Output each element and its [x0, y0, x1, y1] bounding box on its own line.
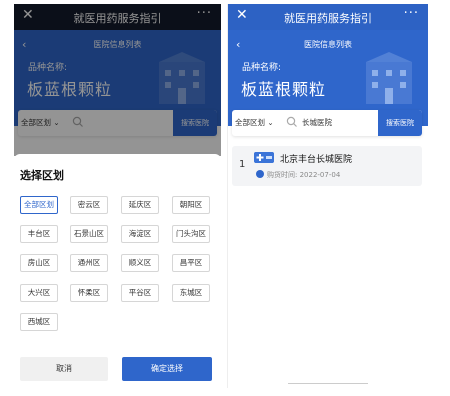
- nav-title: 就医用药服务指引: [284, 12, 372, 25]
- hospital-name: 北京丰台长城医院: [280, 155, 353, 165]
- region-chip[interactable]: 怀柔区: [70, 284, 108, 302]
- purchase-date: 2022-07-04: [299, 171, 341, 179]
- region-chip[interactable]: 平谷区: [121, 284, 159, 302]
- hospital-badge-icon: [254, 152, 274, 163]
- search-input[interactable]: 长城医院: [302, 117, 332, 128]
- clock-icon: [256, 170, 264, 178]
- region-chip[interactable]: 昌平区: [172, 254, 210, 272]
- region-chip[interactable]: 朝阳区: [172, 196, 210, 214]
- home-indicator: [288, 383, 368, 384]
- overlay-mask[interactable]: [14, 4, 221, 156]
- search-hospital-button[interactable]: 搜索医院: [378, 110, 422, 136]
- variety-name: 板蓝根颗粒: [241, 80, 327, 99]
- region-chip[interactable]: 丰台区: [20, 225, 58, 243]
- search-icon: [286, 116, 297, 127]
- region-chip[interactable]: 密云区: [70, 196, 108, 214]
- right-screen: ✕ 就医用药服务指引 ··· ‹ 医院信息列表 品种名称: 板蓝根颗粒 全部区划…: [227, 4, 428, 388]
- search-bar: 全部区划 ⌄ 长城医院 搜索医院: [232, 110, 422, 136]
- item-index: 1: [239, 159, 246, 170]
- region-chip[interactable]: 顺义区: [121, 254, 159, 272]
- region-picker-sheet: 选择区划 全部区划 密云区 延庆区 朝阳区 丰台区 石景山区 海淀区 门头沟区 …: [14, 154, 221, 388]
- region-chip[interactable]: 延庆区: [121, 196, 159, 214]
- region-chip[interactable]: 石景山区: [70, 225, 108, 243]
- region-chip[interactable]: 西城区: [20, 313, 58, 331]
- purchase-label: 购货时间:: [267, 171, 298, 179]
- list-item[interactable]: 1 北京丰台长城医院 购货时间: 2022-07-04: [232, 146, 422, 186]
- purchase-info: 购货时间: 2022-07-04: [256, 170, 340, 180]
- region-chip[interactable]: 门头沟区: [172, 225, 210, 243]
- left-screen: ✕ 就医用药服务指引 ··· ‹ 医院信息列表 品种名称: 板蓝根颗粒 全部区划…: [14, 4, 221, 388]
- sheet-title: 选择区划: [20, 169, 64, 182]
- region-chip[interactable]: 房山区: [20, 254, 58, 272]
- region-chip[interactable]: 全部区划: [20, 196, 58, 214]
- more-icon[interactable]: ···: [404, 6, 419, 21]
- region-chip[interactable]: 海淀区: [121, 225, 159, 243]
- navbar: ✕ 就医用药服务指引 ···: [228, 4, 428, 30]
- variety-label: 品种名称:: [242, 63, 282, 73]
- page-subtitle: 医院信息列表: [304, 40, 352, 49]
- hospital-illustration-icon: [366, 52, 412, 104]
- region-chip[interactable]: 通州区: [70, 254, 108, 272]
- region-chip[interactable]: 大兴区: [20, 284, 58, 302]
- cancel-button[interactable]: 取消: [20, 357, 108, 381]
- region-dropdown[interactable]: 全部区划 ⌄: [235, 117, 274, 128]
- confirm-selection-button[interactable]: 确定选择: [122, 357, 212, 381]
- region-chip[interactable]: 东城区: [172, 284, 210, 302]
